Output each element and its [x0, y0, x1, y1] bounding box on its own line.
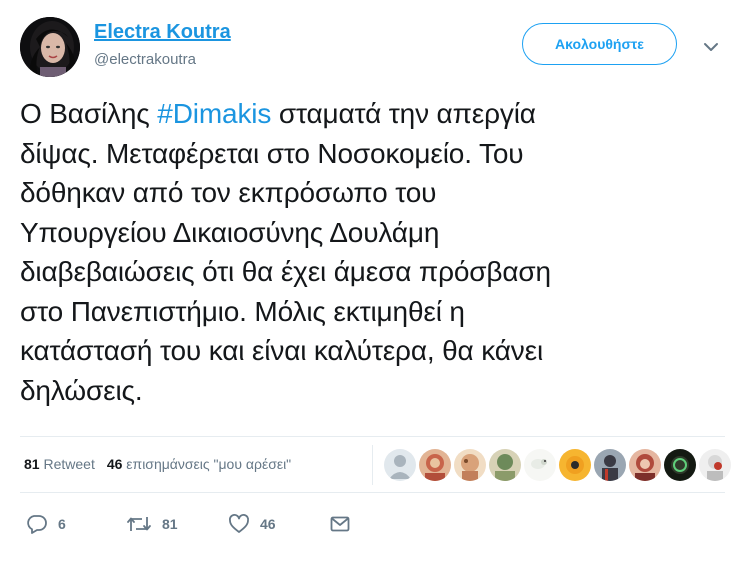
user-avatar[interactable]	[20, 17, 80, 77]
user-handle[interactable]: @electrakoutra	[94, 51, 196, 68]
retweet-button[interactable]: 81	[126, 512, 178, 536]
divider	[20, 436, 725, 437]
tweet-line: στο Πανεπιστήμιο. Μόλις εκτιμηθεί η	[20, 295, 465, 327]
tweet-text-segment: σταματά την απεργία	[271, 98, 536, 129]
chevron-down-icon[interactable]	[702, 38, 720, 56]
likers-avatars	[384, 449, 731, 481]
retweet-count: 81	[162, 516, 178, 532]
liker-avatar[interactable]	[454, 449, 486, 481]
liker-avatar[interactable]	[559, 449, 591, 481]
tweet-line: δηλώσεις.	[20, 374, 143, 406]
profile-photo-icon	[20, 17, 80, 77]
like-button[interactable]: 46	[228, 512, 276, 536]
liker-avatar[interactable]	[419, 449, 451, 481]
liker-avatar[interactable]	[629, 449, 661, 481]
stats-separator	[372, 445, 373, 485]
direct-message-button[interactable]	[329, 512, 351, 536]
retweet-icon	[127, 517, 151, 531]
tweet-line: δόθηκαν από τον εκπρόσωπο του	[20, 177, 437, 208]
default-avatar-icon[interactable]	[384, 449, 416, 481]
divider	[20, 492, 725, 493]
heart-icon	[229, 514, 249, 533]
envelope-icon	[330, 516, 350, 532]
tweet-line: κατάστασή του και είναι καλύτερα, θα κάν…	[20, 335, 544, 366]
reply-icon	[27, 515, 47, 534]
liker-avatar[interactable]	[489, 449, 521, 481]
tweet-card: Electra Koutra @electrakoutra Ακολουθήστ…	[0, 0, 753, 570]
liker-avatar[interactable]	[594, 449, 626, 481]
reply-button[interactable]: 6	[26, 512, 66, 536]
tweet-text-segment: Ο Βασίλης	[20, 98, 158, 129]
tweet-line: Υπουργείου Δικαιοσύνης Δουλάμη	[20, 216, 440, 248]
liker-avatar[interactable]	[664, 449, 696, 481]
tweet-line: Ο Βασίλης #Dimakis σταματά την απεργία	[20, 94, 730, 134]
tweet-line: διαβεβαιώσεις ότι θα έχει άμεσα πρόσβαση	[20, 256, 551, 287]
likes-stat[interactable]: 46 επισημάνσεις "μου αρέσει"	[107, 456, 291, 472]
liker-avatar[interactable]	[524, 449, 556, 481]
reply-count: 6	[58, 516, 66, 532]
tweet-line: δίψας. Μεταφέρεται στο Νοσοκομείο. Του	[20, 137, 524, 169]
tweet-text: Ο Βασίλης #Dimakis σταματά την απεργία δ…	[20, 94, 730, 410]
follow-button[interactable]: Ακολουθήστε	[522, 23, 677, 65]
like-count: 46	[260, 516, 276, 532]
retweet-stat[interactable]: 81 Retweet	[24, 456, 95, 472]
liker-avatar[interactable]	[699, 449, 731, 481]
hashtag-link[interactable]: #Dimakis	[157, 98, 271, 129]
tweet-stats: 81 Retweet 46 επισημάνσεις "μου αρέσει"	[24, 456, 291, 472]
user-display-name[interactable]: Electra Koutra	[94, 21, 231, 44]
